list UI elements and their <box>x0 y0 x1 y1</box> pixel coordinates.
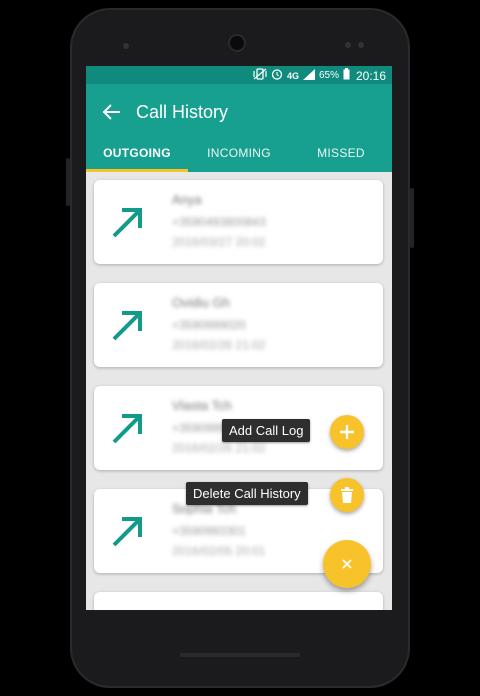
page-title: Call History <box>136 102 229 122</box>
front-camera <box>230 36 244 50</box>
tab-missed[interactable]: MISSED <box>290 134 392 172</box>
tab-outgoing[interactable]: OUTGOING <box>86 134 188 172</box>
contact-name: Ovidiu Gh <box>172 295 230 310</box>
call-details: Anya +3590493800843 2016/03/27 20:02 <box>172 192 266 249</box>
contact-number: +3590993301 <box>172 524 246 538</box>
power-button <box>410 188 414 248</box>
outgoing-call-icon <box>112 517 142 547</box>
add-call-log-label[interactable]: Add Call Log <box>222 419 311 442</box>
app-screen: 4G 65% 20:16 Call History OUTGOING INCOM… <box>86 66 392 610</box>
call-date: 2016/03/27 20:02 <box>172 235 266 249</box>
delete-call-history-label[interactable]: Delete Call History <box>186 482 308 505</box>
clock: 20:16 <box>355 68 386 83</box>
back-button[interactable] <box>98 100 126 124</box>
delete-call-history-button[interactable] <box>330 478 364 512</box>
battery-percent: 65% <box>318 70 339 81</box>
signal-icon <box>302 68 315 83</box>
call-card[interactable]: Anya +3590493800843 2016/03/27 20:02 <box>94 180 383 264</box>
add-call-log-button[interactable] <box>330 415 364 449</box>
contact-number: +3590493800843 <box>172 215 266 229</box>
call-date: 2016/02/05 20:01 <box>172 544 266 558</box>
outgoing-call-icon <box>112 311 142 341</box>
trash-icon <box>341 487 353 503</box>
tab-incoming[interactable]: INCOMING <box>188 134 290 172</box>
sensor-dot <box>123 43 129 49</box>
status-bar: 4G 65% 20:16 <box>86 66 392 84</box>
contact-name: Vlasta Tch <box>172 398 232 413</box>
close-icon <box>342 559 352 569</box>
call-card[interactable]: Ovidiu Gh +3590999020 2016/02/26 21:02 <box>94 283 383 367</box>
alarm-icon <box>271 68 283 83</box>
call-card[interactable] <box>94 592 383 610</box>
outgoing-call-icon <box>112 414 142 444</box>
arrow-back-icon <box>103 104 120 120</box>
outgoing-call-icon <box>112 208 142 238</box>
sensor-dot <box>358 42 364 48</box>
call-details: Ovidiu Gh +3590999020 2016/02/26 21:02 <box>172 295 265 352</box>
battery-icon <box>343 68 350 83</box>
sensor-dot <box>345 42 351 48</box>
contact-name: Anya <box>172 192 202 207</box>
contact-number: +3590999020 <box>172 318 246 332</box>
call-date: 2016/02/26 21:02 <box>172 338 266 352</box>
tab-bar: OUTGOING INCOMING MISSED <box>86 134 392 172</box>
vibrate-icon <box>253 68 267 83</box>
fab-close-button[interactable] <box>323 540 371 588</box>
volume-button <box>66 158 70 206</box>
network-label: 4G <box>286 70 299 81</box>
call-date: 2016/02/26 21:02 <box>172 441 266 455</box>
plus-icon <box>340 425 354 439</box>
app-bar: Call History OUTGOING INCOMING MISSED <box>86 84 392 172</box>
call-details: Sophia Tch +3590993301 2016/02/05 20:01 <box>172 501 265 558</box>
speaker-grille <box>180 653 300 657</box>
